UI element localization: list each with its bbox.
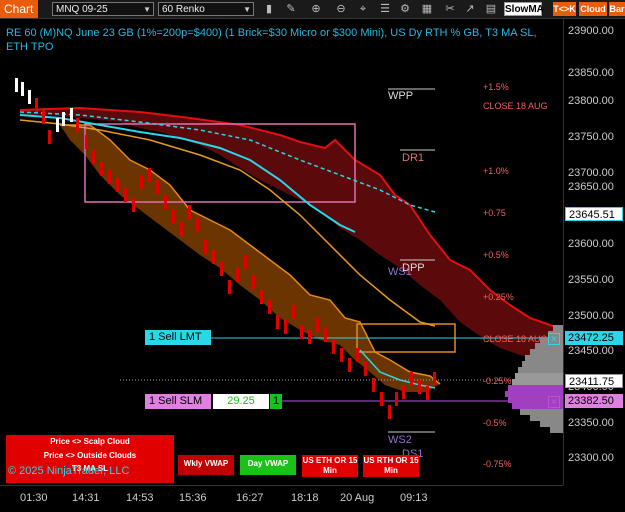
- pin-icon[interactable]: ✂: [443, 2, 457, 16]
- pct-label: +1.5%: [483, 82, 509, 92]
- price-axis[interactable]: 23900.00 23850.00 23800.00 23750.00 2370…: [563, 19, 625, 485]
- zoom-in-icon[interactable]: ⊕: [309, 2, 323, 16]
- pct-label: -0.75%: [483, 459, 512, 469]
- sell-lmt-price-label: 23472.25: [565, 331, 623, 345]
- ws2-label: WS2: [388, 434, 412, 446]
- y-tick: 23500.00: [568, 310, 614, 322]
- us-eth-or-button[interactable]: US ETH OR 15 Min: [302, 455, 358, 477]
- chart-title: RE 60 (M)NQ June 23 GB (1%=200p=$400) (1…: [6, 27, 537, 53]
- sell-slm-value[interactable]: 29.25: [213, 394, 269, 409]
- ws1-label: WS1: [388, 266, 412, 278]
- copyright: © 2025 NinjaTrader, LLC: [8, 465, 130, 477]
- wkly-vwap-button[interactable]: Wkly VWAP: [178, 455, 234, 475]
- bar-type-selector[interactable]: 60 Renko ▼: [158, 2, 254, 16]
- bar-button[interactable]: Bar: [609, 2, 625, 16]
- chart-canvas: [15, 78, 563, 433]
- pct-label: +0.5%: [483, 250, 509, 260]
- x-tick: 20 Aug: [340, 492, 375, 504]
- share-icon[interactable]: ↗: [463, 2, 477, 16]
- price-chart-area[interactable]: WPP DR1 DPP WS1 WS2 DS1 +1.5% CLOSE 18 A…: [0, 19, 563, 485]
- close-order-icon[interactable]: ✕: [548, 333, 560, 345]
- x-tick: 14:53: [126, 492, 154, 504]
- wpp-label: WPP: [388, 90, 414, 102]
- x-tick: 16:27: [236, 492, 264, 504]
- tk-button[interactable]: T<>K: [553, 2, 576, 16]
- drawing-tools-icon[interactable]: ✎: [284, 2, 298, 16]
- chart-toolbar: Chart MNQ 09-25 ▼ 60 Renko ▼ ▮ ✎ ⊕ ⊖ ⌖ ☰…: [0, 0, 625, 19]
- y-tick: 23750.00: [568, 131, 614, 143]
- x-tick: 15:36: [179, 492, 207, 504]
- pct-label: -0.5%: [483, 418, 507, 428]
- day-vwap-button[interactable]: Day VWAP: [240, 455, 296, 475]
- zoom-out-icon[interactable]: ⊖: [334, 2, 348, 16]
- sell-slm-qty[interactable]: 1: [270, 394, 282, 409]
- pct-label: +1.0%: [483, 166, 509, 176]
- strategy-icon[interactable]: ⚙: [398, 2, 412, 16]
- y-tick: 23450.00: [568, 345, 614, 357]
- instrument-selector[interactable]: MNQ 09-25 ▼: [52, 2, 154, 16]
- pct-label: CLOSE 18 AUG: [483, 334, 548, 344]
- ma-price-label: 23645.51: [565, 207, 623, 221]
- slowma-button[interactable]: SlowMA: [504, 2, 544, 16]
- properties-icon[interactable]: ☰: [378, 2, 392, 16]
- chevron-down-icon: ▼: [243, 5, 251, 14]
- us-rth-or-button[interactable]: US RTH OR 15 Min: [363, 455, 419, 477]
- x-tick: 01:30: [20, 492, 48, 504]
- chevron-down-icon: ▼: [143, 5, 151, 14]
- sell-slm-price-label: 23382.50: [565, 394, 623, 408]
- layout-icon[interactable]: ▦: [420, 2, 434, 16]
- cloud-button[interactable]: Cloud: [579, 2, 607, 16]
- y-tick: 23300.00: [568, 452, 614, 464]
- x-tick: 14:31: [72, 492, 100, 504]
- y-tick: 23550.00: [568, 274, 614, 286]
- last-price-label: 23411.75: [565, 374, 623, 388]
- y-tick: 23600.00: [568, 238, 614, 250]
- pct-label: +0.25%: [483, 292, 514, 302]
- y-tick: 23350.00: [568, 417, 614, 429]
- y-tick: 23850.00: [568, 67, 614, 79]
- pct-label: +0.75: [483, 208, 506, 218]
- y-tick: 23900.00: [568, 25, 614, 37]
- template-icon[interactable]: ▤: [484, 2, 498, 16]
- close-order-icon[interactable]: ✕: [548, 396, 560, 408]
- time-axis[interactable]: 01:30 14:31 14:53 15:36 16:27 18:18 20 A…: [0, 485, 563, 512]
- bars-icon[interactable]: ▮: [262, 2, 276, 16]
- pct-label: -0.25%: [483, 376, 512, 386]
- x-tick: 09:13: [400, 492, 428, 504]
- pct-label: CLOSE 18 AUG: [483, 101, 548, 111]
- scalp-cloud-label: Price <> Scalp Cloud: [50, 437, 130, 446]
- y-tick: 23800.00: [568, 95, 614, 107]
- instrument-label: MNQ 09-25: [56, 4, 108, 15]
- y-tick: 23650.00: [568, 181, 614, 193]
- y-tick: 23700.00: [568, 167, 614, 179]
- sell-lmt-order[interactable]: 1 Sell LMT: [145, 330, 211, 345]
- dr1-label: DR1: [402, 152, 425, 164]
- x-tick: 18:18: [291, 492, 319, 504]
- chart-tab[interactable]: Chart: [0, 0, 38, 18]
- crosshair-icon[interactable]: ⌖: [356, 2, 370, 16]
- outside-clouds-label: Price <> Outside Clouds: [43, 451, 137, 460]
- sell-slm-order[interactable]: 1 Sell SLM: [145, 394, 211, 409]
- bar-type-label: 60 Renko: [162, 4, 205, 15]
